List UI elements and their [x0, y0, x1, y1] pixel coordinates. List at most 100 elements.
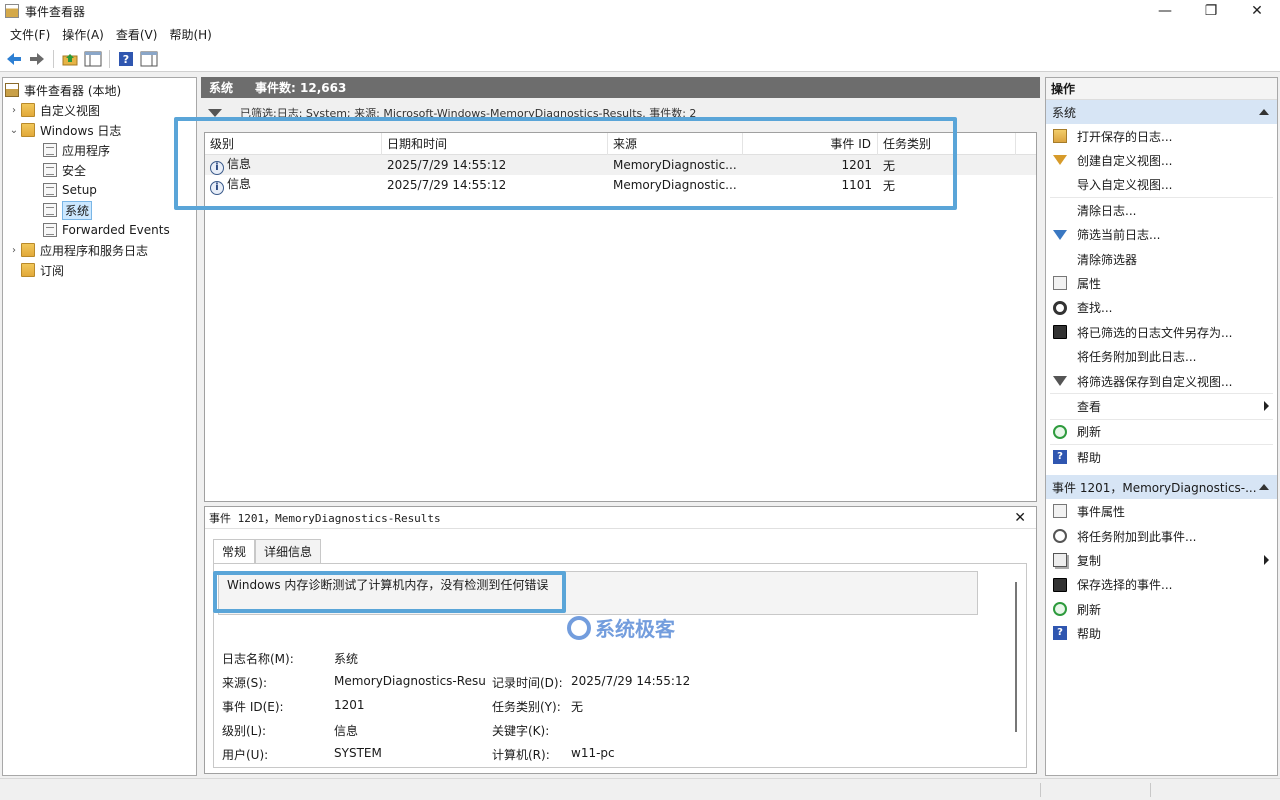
tree-item-application[interactable]: 应用程序 — [3, 140, 196, 160]
user-label: 用户(U): — [222, 748, 269, 762]
close-button[interactable]: ✕ — [1234, 0, 1280, 22]
collapse-icon[interactable] — [1259, 484, 1269, 491]
tree-item-app-service-logs[interactable]: › 应用程序和服务日志 — [3, 240, 196, 260]
minimize-button[interactable]: — — [1142, 0, 1188, 22]
cell-event-id: 1201 — [841, 158, 872, 172]
action-save-selected-events[interactable]: 保存选择的事件... — [1046, 573, 1277, 597]
tree-item-windows-logs[interactable]: ⌄ Windows 日志 — [3, 120, 196, 140]
event-description[interactable]: Windows 内存诊断测试了计算机内存，没有检测到任何错误 — [218, 571, 978, 615]
action-event-properties[interactable]: 事件属性 — [1046, 499, 1277, 523]
table-row[interactable]: i 信息 2025/7/29 14:55:12 MemoryDiagnostic.… — [205, 155, 1036, 175]
up-folder-icon[interactable] — [60, 49, 80, 69]
action-refresh[interactable]: 刷新 — [1046, 420, 1277, 444]
action-clear-log[interactable]: 清除日志... — [1046, 198, 1277, 222]
action-label: 刷新 — [1077, 602, 1102, 617]
action-label: 创建自定义视图... — [1077, 154, 1173, 169]
tree-item-custom-views[interactable]: › 自定义视图 — [3, 100, 196, 120]
computer-value: w11-pc — [571, 746, 615, 760]
chevron-right-icon[interactable]: › — [7, 245, 21, 256]
action-help[interactable]: ? 帮助 — [1046, 445, 1277, 469]
computer-label: 计算机(R): — [492, 748, 550, 762]
menu-help[interactable]: 帮助(H) — [163, 26, 217, 43]
collapse-icon[interactable] — [1259, 109, 1269, 115]
action-label: 导入自定义视图... — [1077, 178, 1173, 193]
tab-general[interactable]: 常规 — [213, 539, 256, 563]
action-label: 帮助 — [1077, 450, 1102, 465]
cell-date-time: 2025/7/29 14:55:12 — [387, 158, 507, 172]
log-icon — [43, 203, 57, 217]
column-event-id[interactable]: 事件 ID — [743, 132, 878, 155]
show-hide-tree-icon[interactable] — [83, 49, 103, 69]
action-label: 将筛选器保存到自定义视图... — [1077, 374, 1233, 389]
action-find[interactable]: 查找... — [1046, 296, 1277, 320]
action-attach-task-to-log[interactable]: 将任务附加到此日志... — [1046, 345, 1277, 369]
menu-file[interactable]: 文件(F) — [4, 26, 56, 43]
tree-item-label: 安全 — [62, 163, 87, 178]
action-import-custom-view[interactable]: 导入自定义视图... — [1046, 173, 1277, 197]
folder-icon — [21, 123, 35, 137]
log-icon — [43, 163, 57, 177]
forward-icon[interactable] — [27, 49, 47, 69]
action-save-filter-to-view[interactable]: 将筛选器保存到自定义视图... — [1046, 369, 1277, 393]
tree-item-subscriptions[interactable]: 订阅 — [3, 260, 196, 280]
info-icon: i — [210, 181, 224, 195]
maximize-button[interactable]: ❐ — [1188, 0, 1234, 22]
submenu-arrow-icon — [1264, 401, 1269, 412]
chevron-right-icon[interactable]: › — [7, 105, 21, 116]
action-copy[interactable]: 复制 — [1046, 548, 1277, 572]
tree-item-setup[interactable]: Setup — [3, 180, 196, 200]
action-open-saved-log[interactable]: 打开保存的日志... — [1046, 124, 1277, 148]
tree-item-system[interactable]: 系统 — [3, 200, 196, 220]
action-refresh-event[interactable]: 刷新 — [1046, 597, 1277, 621]
folder-icon — [21, 243, 35, 257]
vertical-scrollbar[interactable] — [1015, 582, 1017, 732]
cell-event-id: 1101 — [841, 178, 872, 192]
menu-view[interactable]: 查看(V) — [110, 26, 164, 43]
tab-details[interactable]: 详细信息 — [255, 539, 322, 563]
menu-action[interactable]: 操作(A) — [56, 26, 110, 43]
filter-text: 已筛选:日志: System; 来源: Microsoft-Windows-Me… — [240, 107, 697, 120]
level-text: 信息 — [227, 157, 252, 171]
logged-label: 记录时间(D): — [492, 676, 563, 690]
watermark: 系统极客 — [567, 613, 675, 642]
save-icon — [1053, 325, 1067, 340]
help-icon: ? — [1053, 450, 1067, 465]
user-value: SYSTEM — [334, 746, 382, 760]
action-clear-filter[interactable]: 清除筛选器 — [1046, 247, 1277, 271]
event-properties-icon — [1053, 504, 1067, 519]
help-icon[interactable]: ? — [116, 49, 136, 69]
events-grid: 级别 日期和时间 来源 事件 ID 任务类别 i 信息 2025/7/29 14:… — [204, 132, 1037, 502]
action-help-event[interactable]: ? 帮助 — [1046, 621, 1277, 645]
chevron-down-icon[interactable]: ⌄ — [7, 125, 21, 136]
action-save-filtered-log[interactable]: 将已筛选的日志文件另存为... — [1046, 320, 1277, 344]
submenu-arrow-icon — [1264, 555, 1269, 566]
event-viewer-icon — [5, 83, 19, 97]
folder-icon — [21, 103, 35, 117]
column-level[interactable]: 级别 — [205, 132, 382, 155]
event-viewer-icon — [5, 4, 19, 18]
show-action-pane-icon[interactable] — [139, 49, 159, 69]
column-date-time[interactable]: 日期和时间 — [382, 132, 608, 155]
action-create-custom-view[interactable]: 创建自定义视图... — [1046, 148, 1277, 172]
action-view[interactable]: 查看 — [1046, 394, 1277, 418]
column-task-category[interactable]: 任务类别 — [878, 132, 1016, 155]
properties-icon — [1053, 276, 1067, 291]
info-icon: i — [210, 161, 224, 175]
table-row[interactable]: i 信息 2025/7/29 14:55:12 MemoryDiagnostic.… — [205, 175, 1036, 195]
actions-group-event[interactable]: 事件 1201，MemoryDiagnostics-... — [1046, 475, 1277, 500]
column-source[interactable]: 来源 — [608, 132, 743, 155]
cell-level: i 信息 — [205, 175, 382, 195]
action-filter-current-log[interactable]: 筛选当前日志... — [1046, 223, 1277, 247]
back-icon[interactable] — [4, 49, 24, 69]
watermark-text: 系统极客 — [595, 617, 675, 641]
refresh-icon — [1053, 602, 1067, 617]
center-panel: 已筛选:日志: System; 来源: Microsoft-Windows-Me… — [201, 98, 1040, 776]
tree-item-event-viewer-local[interactable]: 事件查看器 (本地) — [3, 80, 196, 100]
action-properties[interactable]: 属性 — [1046, 271, 1277, 295]
action-attach-task-to-event[interactable]: 将任务附加到此事件... — [1046, 524, 1277, 548]
close-icon[interactable]: ✕ — [1014, 510, 1026, 526]
actions-group-system[interactable]: 系统 — [1046, 100, 1277, 124]
tree-item-security[interactable]: 安全 — [3, 160, 196, 180]
tree-item-forwarded-events[interactable]: Forwarded Events — [3, 220, 196, 240]
refresh-icon — [1053, 424, 1067, 439]
